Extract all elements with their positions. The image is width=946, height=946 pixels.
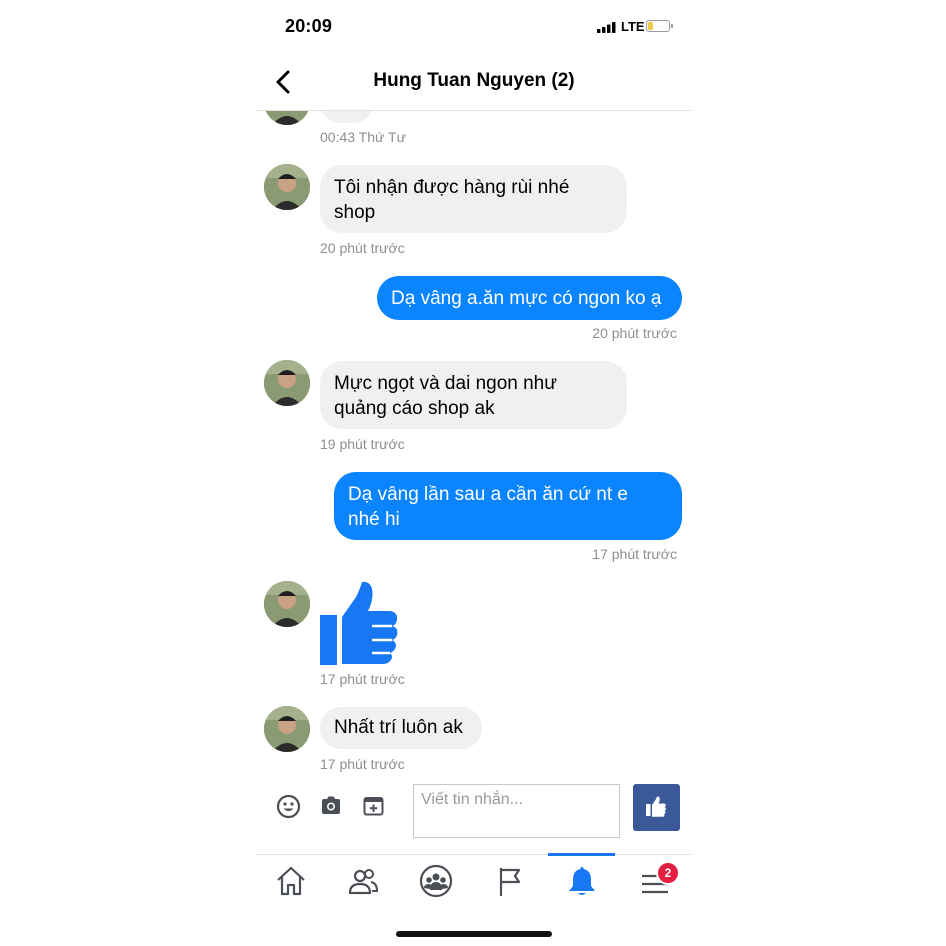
- thumbs-up-icon: [646, 796, 666, 817]
- message-text-line: Mực ngọt và dai ngon như: [334, 373, 557, 394]
- thread-timestamp: 00:43 Thứ Tư: [320, 129, 406, 145]
- avatar[interactable]: [264, 360, 310, 406]
- message-text-line: Dạ vâng a.ăn mực có ngon ko ạ: [391, 288, 662, 309]
- message-composer: Viết tin nhắn...: [256, 783, 692, 853]
- message-timestamp: 19 phút trước: [320, 436, 405, 452]
- conversation-title: Hung Tuan Nguyen (2): [373, 70, 575, 91]
- status-bar: 20:09 LTE: [256, 14, 692, 40]
- message-thread[interactable]: 00:43 Thứ Tư Tôi nhận được hàng rùi nhé …: [256, 111, 692, 783]
- message-timestamp: 17 phút trước: [592, 546, 677, 562]
- battery-icon: [646, 20, 673, 32]
- message-timestamp: 17 phút trước: [320, 756, 405, 772]
- message-text-line: quảng cáo shop ak: [334, 398, 495, 419]
- outgoing-message-bubble[interactable]: Dạ vâng a.ăn mực có ngon ko ạ: [377, 276, 682, 320]
- network-type: LTE: [621, 19, 645, 34]
- avatar[interactable]: [264, 164, 310, 210]
- message-text-line: Tôi nhận được hàng rùi nhé: [334, 177, 570, 198]
- message-input[interactable]: Viết tin nhắn...: [413, 784, 620, 838]
- avatar: [264, 111, 310, 125]
- groups-icon[interactable]: [418, 863, 454, 899]
- avatar[interactable]: [264, 706, 310, 752]
- signal-icon: [597, 22, 616, 33]
- incoming-message-bubble[interactable]: Tôi nhận được hàng rùi nhé shop: [320, 165, 627, 233]
- message-text-line: Dạ vâng lần sau a cần ăn cứ nt e: [348, 484, 628, 505]
- camera-icon[interactable]: [320, 796, 342, 815]
- friends-icon[interactable]: [345, 863, 381, 899]
- status-time: 20:09: [285, 16, 333, 36]
- avatar[interactable]: [264, 581, 310, 627]
- conversation-header: Hung Tuan Nguyen (2): [256, 56, 692, 111]
- message-text-line: nhé hi: [348, 509, 400, 530]
- message-text-line: shop: [334, 202, 376, 223]
- notifications-bell-icon[interactable]: [564, 863, 600, 899]
- phone-screen: 20:09 LTE Hung Tuan Nguyen (2) 00:43 Thứ…: [256, 0, 692, 946]
- home-indicator[interactable]: [396, 931, 552, 937]
- active-tab-indicator: [548, 853, 615, 856]
- incoming-message-bubble[interactable]: Nhất trí luôn ak: [320, 707, 482, 749]
- thumbs-up-sticker-icon[interactable]: [320, 581, 400, 666]
- bottom-tab-bar: 2: [256, 853, 692, 911]
- send-like-button[interactable]: [633, 784, 680, 831]
- message-timestamp: 17 phút trước: [320, 671, 405, 687]
- notification-badge: 2: [656, 861, 680, 885]
- emoji-icon[interactable]: [276, 794, 301, 819]
- message-text-line: Nhất trí luôn ak: [334, 717, 463, 738]
- message-timestamp: 20 phút trước: [592, 325, 677, 341]
- message-bubble-partial: [320, 111, 374, 123]
- outgoing-message-bubble[interactable]: Dạ vâng lần sau a cần ăn cứ nt e nhé hi: [334, 472, 682, 540]
- home-icon[interactable]: [273, 863, 309, 899]
- gif-sticker-icon[interactable]: [363, 795, 384, 816]
- incoming-message-bubble[interactable]: Mực ngọt và dai ngon như quảng cáo shop …: [320, 361, 627, 429]
- message-timestamp: 20 phút trước: [320, 240, 405, 256]
- pages-flag-icon[interactable]: [492, 863, 528, 899]
